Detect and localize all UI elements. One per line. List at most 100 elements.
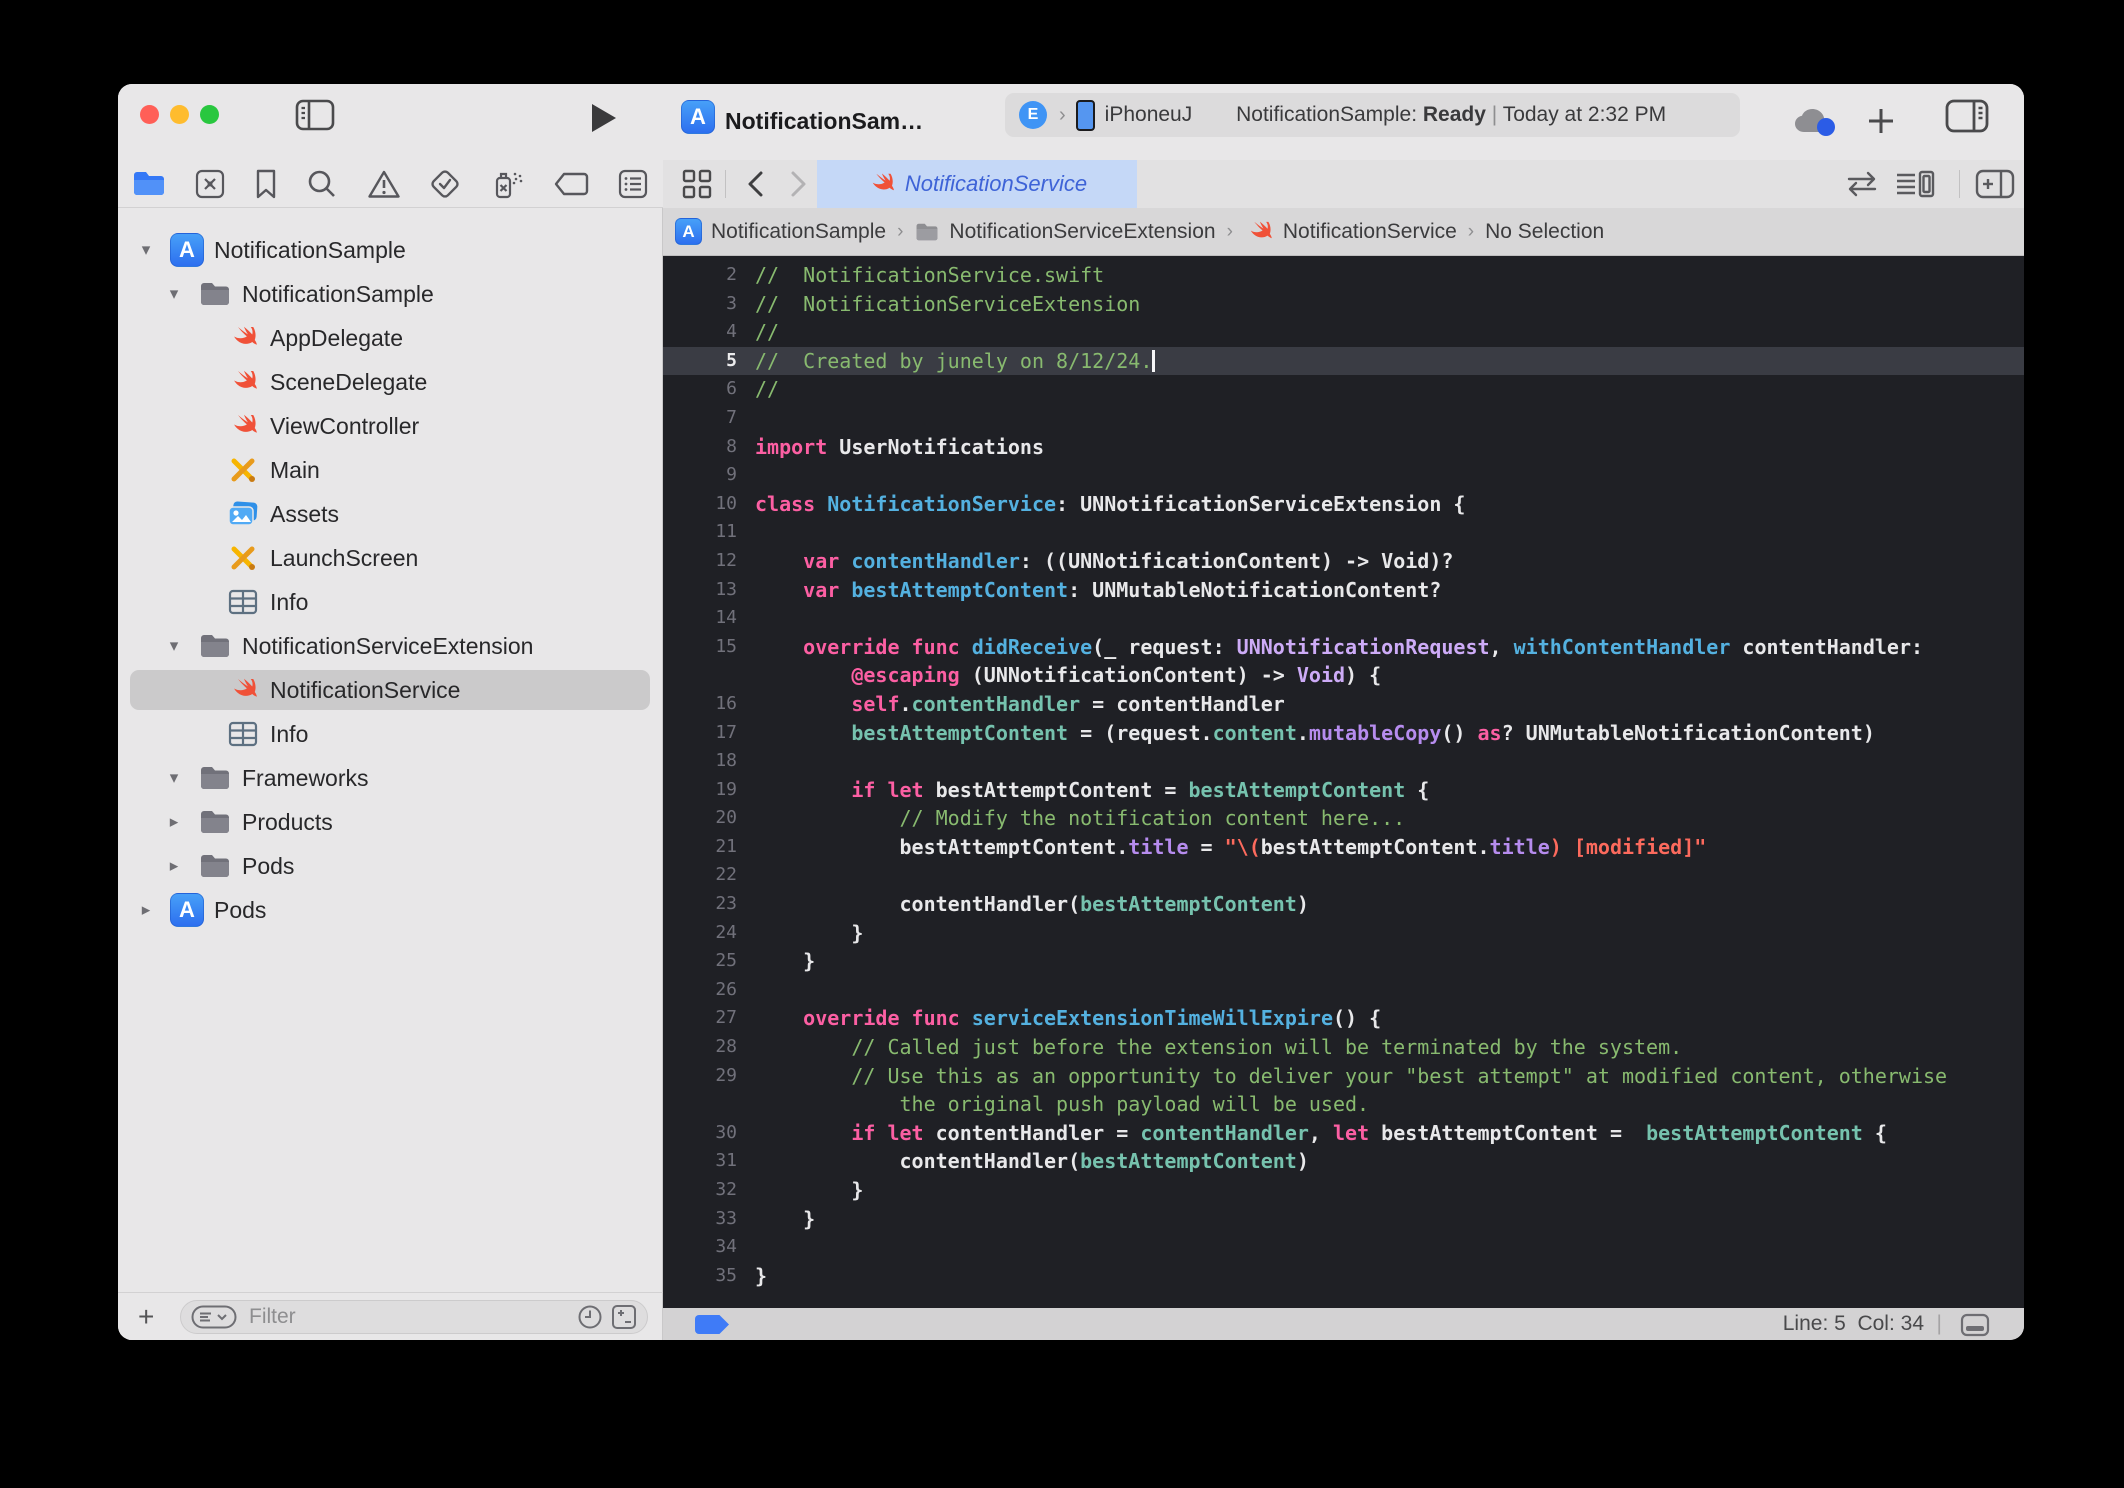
sidebar-item-scenedelegate[interactable]: SceneDelegate [118, 360, 662, 404]
code-line[interactable]: 23 contentHandler(bestAttemptContent) [663, 890, 2024, 919]
disclosure-down-icon[interactable]: ▾ [164, 284, 184, 304]
disclosure-right-icon[interactable]: ▸ [164, 812, 184, 832]
code-line[interactable]: 11 [663, 518, 2024, 547]
breadcrumb-item[interactable]: NotificationServiceExtension [914, 220, 1215, 244]
filter-field[interactable]: Filter [180, 1300, 648, 1334]
code-line[interactable]: 16 self.contentHandler = contentHandler [663, 690, 2024, 719]
breadcrumb-item[interactable]: NotificationService [1244, 217, 1457, 247]
code-line[interactable]: 15 override func didReceive(_ request: U… [663, 633, 2024, 662]
debug-navigator-icon[interactable] [489, 168, 525, 200]
sidebar-item-notificationsample[interactable]: ▾ANotificationSample [118, 228, 662, 272]
code-line[interactable]: 35} [663, 1262, 2024, 1291]
disclosure-down-icon[interactable]: ▾ [136, 240, 156, 260]
code-line[interactable]: 27 override func serviceExtensionTimeWil… [663, 1004, 2024, 1033]
add-file-button[interactable]: + [138, 1301, 154, 1333]
code-line[interactable]: 14 [663, 604, 2024, 633]
code-line[interactable]: 34 [663, 1233, 2024, 1262]
code-line[interactable]: 31 contentHandler(bestAttemptContent) [663, 1147, 2024, 1176]
sidebar-item-products[interactable]: ▸Products [118, 800, 662, 844]
forward-navigation-icon[interactable] [789, 170, 809, 198]
code-line[interactable]: 24 } [663, 919, 2024, 948]
sidebar-item-notificationservice[interactable]: NotificationService [118, 668, 662, 712]
sidebar-item-pods[interactable]: ▸APods [118, 888, 662, 932]
breadcrumb-item[interactable]: No Selection [1485, 220, 1604, 244]
code-line[interactable]: 2// NotificationService.swift [663, 261, 2024, 290]
sidebar-item-notificationserviceextension[interactable]: ▾NotificationServiceExtension [118, 624, 662, 668]
sidebar-item-launchscreen[interactable]: LaunchScreen [118, 536, 662, 580]
disclosure-down-icon[interactable]: ▾ [164, 768, 184, 788]
sidebar-item-frameworks[interactable]: ▾Frameworks [118, 756, 662, 800]
code-line[interactable]: 20 // Modify the notification content he… [663, 804, 2024, 833]
close-window-button[interactable] [140, 105, 159, 124]
code-line[interactable]: the original push payload will be used. [663, 1090, 2024, 1119]
line-col-indicator[interactable]: Line: 5 Col: 34 [1783, 1312, 1924, 1336]
source-editor[interactable]: 2// NotificationService.swift3// Notific… [663, 256, 2024, 1308]
toggle-right-sidebar-icon[interactable] [1944, 98, 1990, 134]
sidebar-item-appdelegate[interactable]: AppDelegate [118, 316, 662, 360]
tab-notificationservice[interactable]: NotificationService [817, 160, 1137, 208]
code-line[interactable]: 9 [663, 461, 2024, 490]
bookmarks-navigator-icon[interactable] [254, 168, 278, 200]
add-button[interactable] [1864, 104, 1898, 138]
editor-options-icon[interactable] [1895, 169, 1935, 199]
cloud-sync-icon[interactable] [1790, 106, 1846, 140]
code-line[interactable]: 19 if let bestAttemptContent = bestAttem… [663, 776, 2024, 805]
code-line[interactable]: @escaping (UNNotificationContent) -> Voi… [663, 661, 2024, 690]
recent-filter-clock-icon[interactable] [577, 1304, 603, 1330]
issues-navigator-icon[interactable] [367, 169, 401, 199]
sidebar-item-pods[interactable]: ▸Pods [118, 844, 662, 888]
zoom-window-button[interactable] [200, 105, 219, 124]
code-line[interactable]: 30 if let contentHandler = contentHandle… [663, 1119, 2024, 1148]
sidebar-item-main[interactable]: Main [118, 448, 662, 492]
tab-overview-grid-icon[interactable] [681, 169, 713, 199]
scheme-and-status-bar[interactable]: E › iPhoneuJ NotificationSample: Ready |… [1005, 93, 1740, 137]
sidebar-item-viewcontroller[interactable]: ViewController [118, 404, 662, 448]
sidebar-item-assets[interactable]: Assets [118, 492, 662, 536]
breadcrumb-item[interactable]: ANotificationSample [675, 218, 886, 245]
code-line[interactable]: 8import UserNotifications [663, 433, 2024, 462]
code-line[interactable]: 7 [663, 404, 2024, 433]
related-items-icon[interactable] [1845, 171, 1879, 197]
code-line[interactable]: 17 bestAttemptContent = (request.content… [663, 719, 2024, 748]
scheme-badge[interactable]: E [1019, 101, 1047, 129]
code-line[interactable]: 32 } [663, 1176, 2024, 1205]
device-name[interactable]: iPhoneuJ [1105, 103, 1193, 127]
code-line[interactable]: 25 } [663, 947, 2024, 976]
run-button[interactable] [588, 102, 618, 134]
code-line[interactable]: 3// NotificationServiceExtension [663, 290, 2024, 319]
disclosure-right-icon[interactable]: ▸ [164, 856, 184, 876]
reports-navigator-icon[interactable] [617, 168, 649, 200]
disclosure-down-icon[interactable]: ▾ [164, 636, 184, 656]
find-navigator-icon[interactable] [306, 168, 338, 200]
code-line[interactable]: 21 bestAttemptContent.title = "\(bestAtt… [663, 833, 2024, 862]
code-line-current[interactable]: 5// Created by junely on 8/12/24. [663, 347, 2024, 376]
breakpoints-toggle-icon[interactable] [695, 1315, 729, 1334]
tests-navigator-icon[interactable] [429, 168, 461, 200]
filter-scope-icon[interactable] [611, 1304, 637, 1330]
code-line[interactable]: 26 [663, 976, 2024, 1005]
source-control-navigator-icon[interactable] [194, 168, 226, 200]
sidebar-item-notificationsample[interactable]: ▾NotificationSample [118, 272, 662, 316]
code-line[interactable]: 28 // Called just before the extension w… [663, 1033, 2024, 1062]
minimize-window-button[interactable] [170, 105, 189, 124]
toggle-left-sidebar-icon[interactable] [294, 98, 336, 132]
code-line[interactable]: 12 var contentHandler: ((UNNotificationC… [663, 547, 2024, 576]
code-line[interactable]: 10class NotificationService: UNNotificat… [663, 490, 2024, 519]
show-bottom-bar-icon[interactable] [1960, 1313, 1990, 1337]
project-navigator-icon[interactable] [132, 170, 166, 198]
code-line[interactable]: 18 [663, 747, 2024, 776]
code-line[interactable]: 22 [663, 861, 2024, 890]
code-line[interactable]: 29 // Use this as an opportunity to deli… [663, 1062, 2024, 1091]
sidebar-item-info[interactable]: Info [118, 712, 662, 756]
breakpoints-navigator-icon[interactable] [553, 171, 589, 197]
code-line[interactable]: 33 } [663, 1205, 2024, 1234]
sidebar-item-info[interactable]: Info [118, 580, 662, 624]
code-line[interactable]: 4// [663, 318, 2024, 347]
back-navigation-icon[interactable] [745, 170, 765, 198]
filter-options-icon[interactable] [191, 1305, 237, 1329]
code-line[interactable]: 13 var bestAttemptContent: UNMutableNoti… [663, 576, 2024, 605]
split-editor-icon[interactable] [1975, 169, 2015, 199]
code-line[interactable]: 6// [663, 375, 2024, 404]
breadcrumb-label: NotificationSample [711, 220, 886, 244]
disclosure-right-icon[interactable]: ▸ [136, 900, 156, 920]
